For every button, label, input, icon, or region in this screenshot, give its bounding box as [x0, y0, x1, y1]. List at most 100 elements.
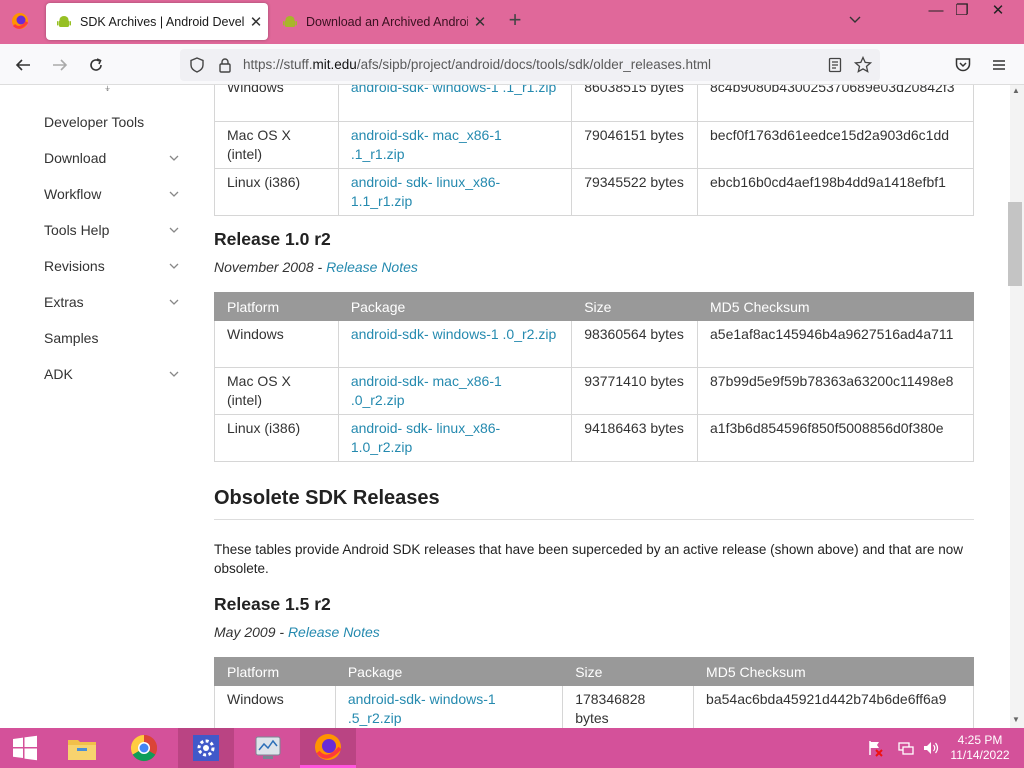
release-1-0-table: Platform Package Size MD5 Checksum Windo…: [214, 292, 974, 462]
md5-cell: a1f3b6d854596f850f5008856d0f380e: [697, 414, 974, 462]
tab-close-icon[interactable]: ✕: [244, 13, 268, 31]
table-row: Windows android-sdk- windows-1 .5_r2.zip…: [214, 685, 974, 728]
platform-cell: Linux (i386): [214, 168, 339, 216]
firefox-taskbar-icon[interactable]: [300, 728, 356, 768]
new-tab-plus-icon[interactable]: +: [504, 9, 526, 32]
release-1-5-table: Platform Package Size MD5 Checksum Windo…: [214, 657, 974, 728]
reload-icon[interactable]: [83, 52, 109, 78]
sidebar-item-download[interactable]: Download: [44, 150, 184, 170]
platform-cell: Mac OS X (intel): [214, 121, 339, 169]
chevron-down-icon[interactable]: [168, 296, 180, 308]
table-row: Linux (i386) android- sdk- linux_x86-1.0…: [214, 414, 974, 462]
address-bar[interactable]: https://stuff.mit.edu/afs/sipb/project/a…: [180, 49, 880, 81]
sidebar-item-adk[interactable]: ADK: [44, 366, 184, 386]
hamburger-menu-icon[interactable]: [986, 52, 1012, 78]
back-arrow-icon[interactable]: [10, 52, 36, 78]
table-row: Windows android-sdk- windows-1 .0_r2.zip…: [214, 320, 974, 368]
table-header-row: Platform Package Size MD5 Checksum: [214, 292, 974, 321]
chevron-down-icon[interactable]: [168, 260, 180, 272]
size-cell: 93771410 bytes: [571, 367, 699, 415]
sidebar-item-samples[interactable]: Samples: [44, 330, 184, 350]
divider: [214, 519, 974, 520]
windows-taskbar: 4:25 PM 11/14/2022: [0, 728, 1024, 768]
column-header: MD5 Checksum: [697, 292, 974, 321]
url-text: https://stuff.mit.edu/afs/sipb/project/a…: [243, 57, 712, 72]
size-cell: 94186463 bytes: [571, 414, 699, 462]
column-header: Platform: [214, 292, 339, 321]
platform-cell: Windows: [214, 85, 339, 122]
release-notes-link[interactable]: Release Notes: [288, 624, 380, 640]
tab-download-archived[interactable]: Download an Archived Android ✕: [272, 3, 492, 40]
release-notes-link[interactable]: Release Notes: [326, 259, 418, 275]
window-close-icon[interactable]: ✕: [980, 0, 1016, 24]
tracking-protection-shield-icon[interactable]: [184, 52, 210, 78]
pocket-icon[interactable]: [950, 52, 976, 78]
volume-icon[interactable]: [922, 739, 940, 757]
network-icon[interactable]: [897, 739, 915, 757]
platform-cell: Linux (i386): [214, 414, 339, 462]
navigation-toolbar: https://stuff.mit.edu/afs/sipb/project/a…: [0, 44, 1024, 85]
file-explorer-icon[interactable]: [54, 728, 110, 768]
package-link[interactable]: android-sdk- windows-1 .1_r1.zip: [351, 85, 556, 95]
chrome-icon[interactable]: [116, 728, 172, 768]
scroll-down-arrow-icon[interactable]: ▼: [1012, 715, 1020, 724]
tab-title: Download an Archived Android: [306, 14, 468, 29]
md5-cell: a5e1af8ac145946b4a9627516ad4a711: [697, 320, 974, 368]
android-favicon-icon: [282, 14, 298, 30]
settings-gear-icon[interactable]: [178, 728, 234, 768]
package-link[interactable]: android-sdk- windows-1 .5_r2.zip: [348, 691, 496, 726]
package-link[interactable]: android-sdk- windows-1 .0_r2.zip: [351, 326, 556, 342]
size-cell: 178346828 bytes: [562, 685, 695, 728]
scrollbar-thumb[interactable]: [1008, 202, 1022, 286]
window-restore-icon[interactable]: ❐: [944, 0, 980, 24]
tab-sdk-archives[interactable]: SDK Archives | Android Develop ✕: [46, 3, 268, 40]
network-error-flag-icon[interactable]: [866, 739, 884, 757]
reader-view-icon[interactable]: [822, 52, 848, 78]
collapse-arrow-icon[interactable]: ⍖: [104, 85, 111, 96]
section-description: These tables provide Android SDK release…: [214, 542, 963, 576]
sidebar-item-extras[interactable]: Extras: [44, 294, 184, 314]
sidebar-item-developer-tools[interactable]: Developer Tools: [44, 114, 184, 134]
table-row: Mac OS X (intel) android-sdk- mac_x86-1 …: [214, 367, 974, 415]
sidebar-item-workflow[interactable]: Workflow: [44, 186, 184, 206]
size-cell: 98360564 bytes: [571, 320, 699, 368]
clock-time: 4:25 PM: [957, 733, 1003, 747]
sidebar-item-revisions[interactable]: Revisions: [44, 258, 184, 278]
vertical-scrollbar[interactable]: [1010, 85, 1024, 728]
chevron-down-icon[interactable]: [168, 152, 180, 164]
package-link[interactable]: android-sdk- mac_x86-1 .0_r2.zip: [351, 373, 502, 408]
column-header: Platform: [214, 657, 336, 686]
package-link[interactable]: android- sdk- linux_x86-1.1_r1.zip: [351, 174, 500, 209]
package-link[interactable]: android- sdk- linux_x86-1.0_r2.zip: [351, 420, 500, 455]
android-favicon-icon: [56, 14, 72, 30]
windows-start-icon[interactable]: [0, 728, 50, 768]
system-monitor-icon[interactable]: [240, 728, 296, 768]
firefox-view-icon[interactable]: [8, 9, 32, 33]
platform-cell: Mac OS X (intel): [214, 367, 339, 415]
md5-cell: ebcb16b0cd4aef198b4dd9a1418efbf1: [697, 168, 974, 216]
size-cell: 79046151 bytes: [571, 121, 699, 169]
taskbar-clock[interactable]: 4:25 PM 11/14/2022: [946, 733, 1014, 763]
platform-cell: Windows: [214, 685, 336, 728]
padlock-icon[interactable]: [212, 52, 238, 78]
chevron-down-icon[interactable]: [168, 368, 180, 380]
table-row: Linux (i386) android- sdk- linux_x86-1.1…: [214, 168, 974, 216]
md5-cell: becf0f1763d61eedce15d2a903d6c1dd: [697, 121, 974, 169]
size-cell: 79345522 bytes: [571, 168, 699, 216]
section-heading: Obsolete SDK Releases: [214, 487, 440, 509]
forward-arrow-icon[interactable]: [47, 52, 73, 78]
sidebar-item-tools-help[interactable]: Tools Help: [44, 222, 184, 242]
scroll-up-arrow-icon[interactable]: ▲: [1012, 86, 1020, 95]
table-row: Windows android-sdk- windows-1 .1_r1.zip…: [214, 85, 974, 122]
chevron-down-icon[interactable]: [168, 188, 180, 200]
release-date-line: May 2009 - Release Notes: [214, 624, 380, 640]
release-1-1-table: Windows android-sdk- windows-1 .1_r1.zip…: [214, 85, 974, 216]
chevron-down-icon[interactable]: [168, 224, 180, 236]
column-header: Package: [337, 292, 573, 321]
package-link[interactable]: android-sdk- mac_x86-1 .1_r1.zip: [351, 127, 502, 162]
table-row: Mac OS X (intel) android-sdk- mac_x86-1 …: [214, 121, 974, 169]
tab-close-icon[interactable]: ✕: [468, 13, 492, 31]
platform-cell: Windows: [214, 320, 339, 368]
list-all-tabs-chevron-icon[interactable]: [848, 12, 866, 32]
bookmark-star-icon[interactable]: [850, 52, 876, 78]
